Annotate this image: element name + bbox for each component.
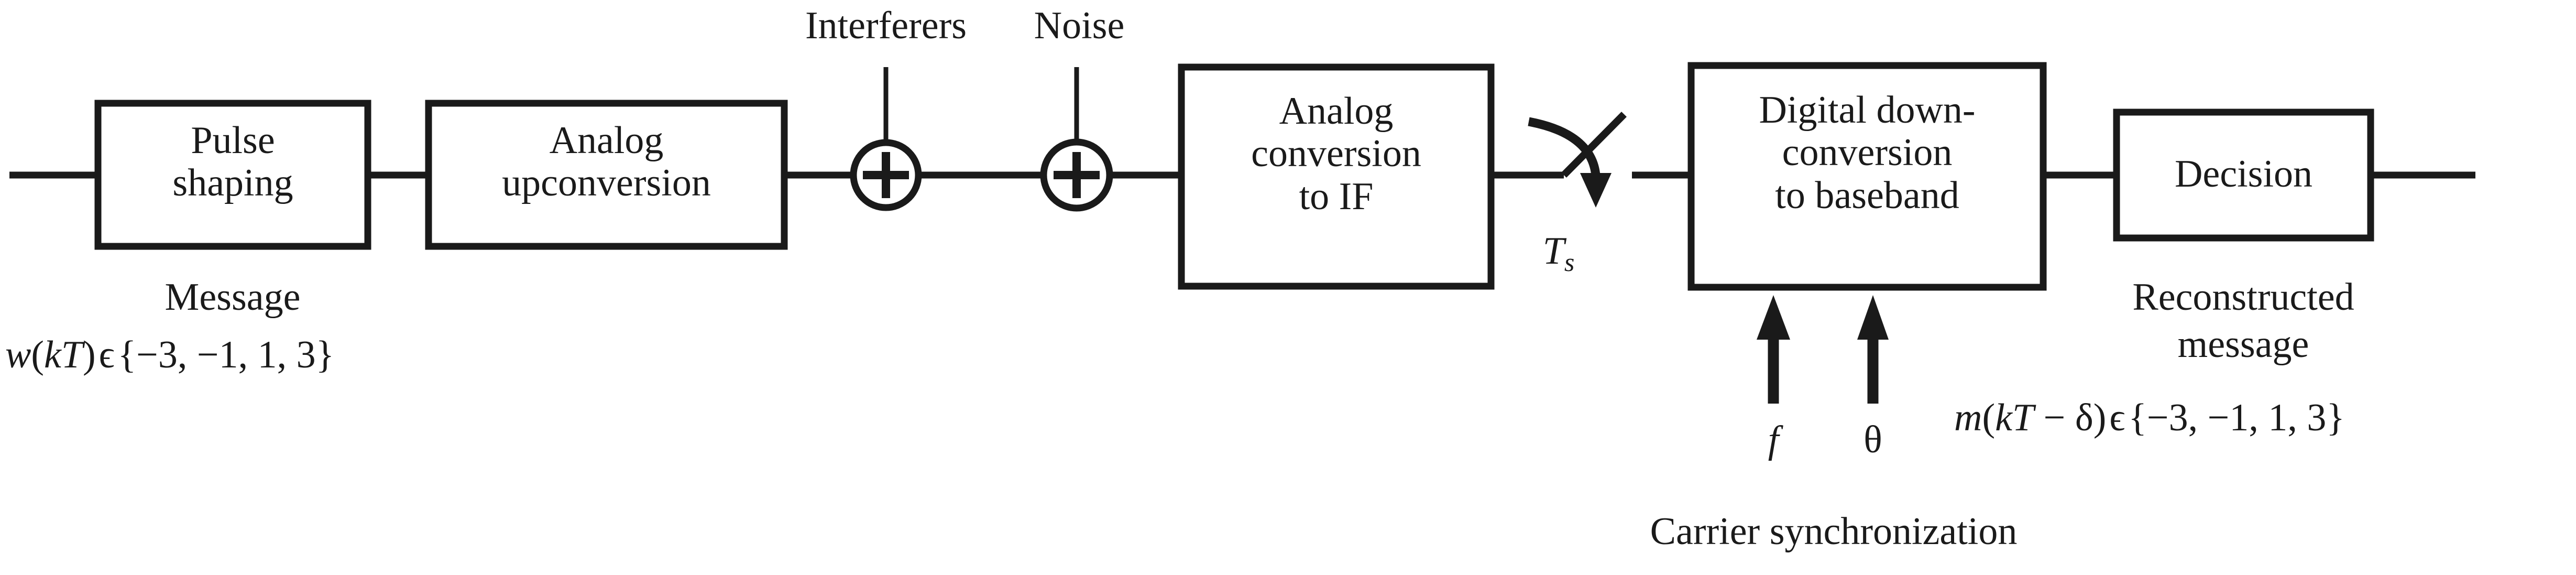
sampler-T: T [1542, 230, 1564, 273]
label-sampling-period: Ts [1543, 231, 1575, 276]
block-label-line1: Analog [549, 119, 664, 162]
output-eq-arg: kT [1995, 396, 2034, 439]
sampler-arrowhead [1580, 173, 1612, 208]
carrier-sync-arrow-theta [1857, 295, 1889, 404]
output-annotation-equation: m(kT − δ)ϵ{−3, −1, 1, 3} [1954, 397, 2345, 438]
block-label-pulse-shaping: Pulse shaping [98, 119, 368, 205]
block-label-analog-upconversion: Analog upconversion [429, 119, 784, 205]
block-label-analog-conversion-to-if: Analog conversion to IF [1181, 90, 1491, 218]
block-label-line1: Pulse [191, 119, 275, 162]
input-eq-set: {−3, −1, 1, 3} [117, 333, 335, 376]
output-eq-member-symbol: ϵ [2109, 396, 2125, 439]
label-carrier-frequency: f [1768, 418, 1779, 461]
block-label-line2: upconversion [502, 161, 711, 205]
block-label-line3: to IF [1299, 175, 1374, 218]
block-label-line2: conversion [1251, 132, 1421, 176]
input-annotation-title: Message [165, 276, 301, 319]
input-eq-paren-open: ( [31, 333, 45, 376]
output-eq-var: m [1954, 396, 1982, 439]
block-label-line1: Decision [2174, 153, 2313, 196]
block-diagram-canvas: Pulse shaping Analog upconversion Analog… [0, 0, 2576, 575]
input-eq-var: w [5, 333, 31, 376]
block-label-line3: to baseband [1775, 173, 1959, 217]
block-label-line2: conversion [1782, 131, 1953, 175]
input-eq-paren-close: ) [83, 333, 96, 376]
label-carrier-phase: θ [1864, 418, 1882, 461]
input-annotation-equation: w(kT)ϵ{−3, −1, 1, 3} [5, 334, 334, 375]
sampler-subscript-s: s [1564, 247, 1575, 277]
block-label-decision: Decision [2117, 153, 2371, 196]
input-eq-arg: kT [44, 333, 83, 376]
output-eq-minus: − [2034, 396, 2075, 439]
output-eq-set: {−3, −1, 1, 3} [2128, 396, 2345, 439]
carrier-sync-arrow-f [1757, 295, 1790, 404]
block-label-line2: shaping [172, 161, 293, 205]
output-eq-delta: δ [2075, 396, 2093, 439]
label-interferers: Interferers [805, 4, 967, 47]
block-label-line1: Analog [1279, 90, 1394, 133]
label-carrier-synchronization: Carrier synchronization [1650, 510, 2018, 553]
input-eq-member-symbol: ϵ [98, 333, 115, 376]
output-eq-paren-close: ) [2093, 396, 2107, 439]
block-label-digital-downconversion: Digital down- conversion to baseband [1691, 89, 2043, 217]
plus-glyph-interferers [863, 152, 909, 198]
block-label-line1: Digital down- [1759, 89, 1976, 132]
label-noise: Noise [1034, 4, 1125, 47]
output-annotation-title-line1: Reconstructed [2132, 276, 2354, 319]
output-annotation-title-line2: message [2177, 323, 2309, 366]
output-eq-paren-open: ( [1982, 396, 1996, 439]
plus-glyph-noise [1054, 152, 1100, 198]
